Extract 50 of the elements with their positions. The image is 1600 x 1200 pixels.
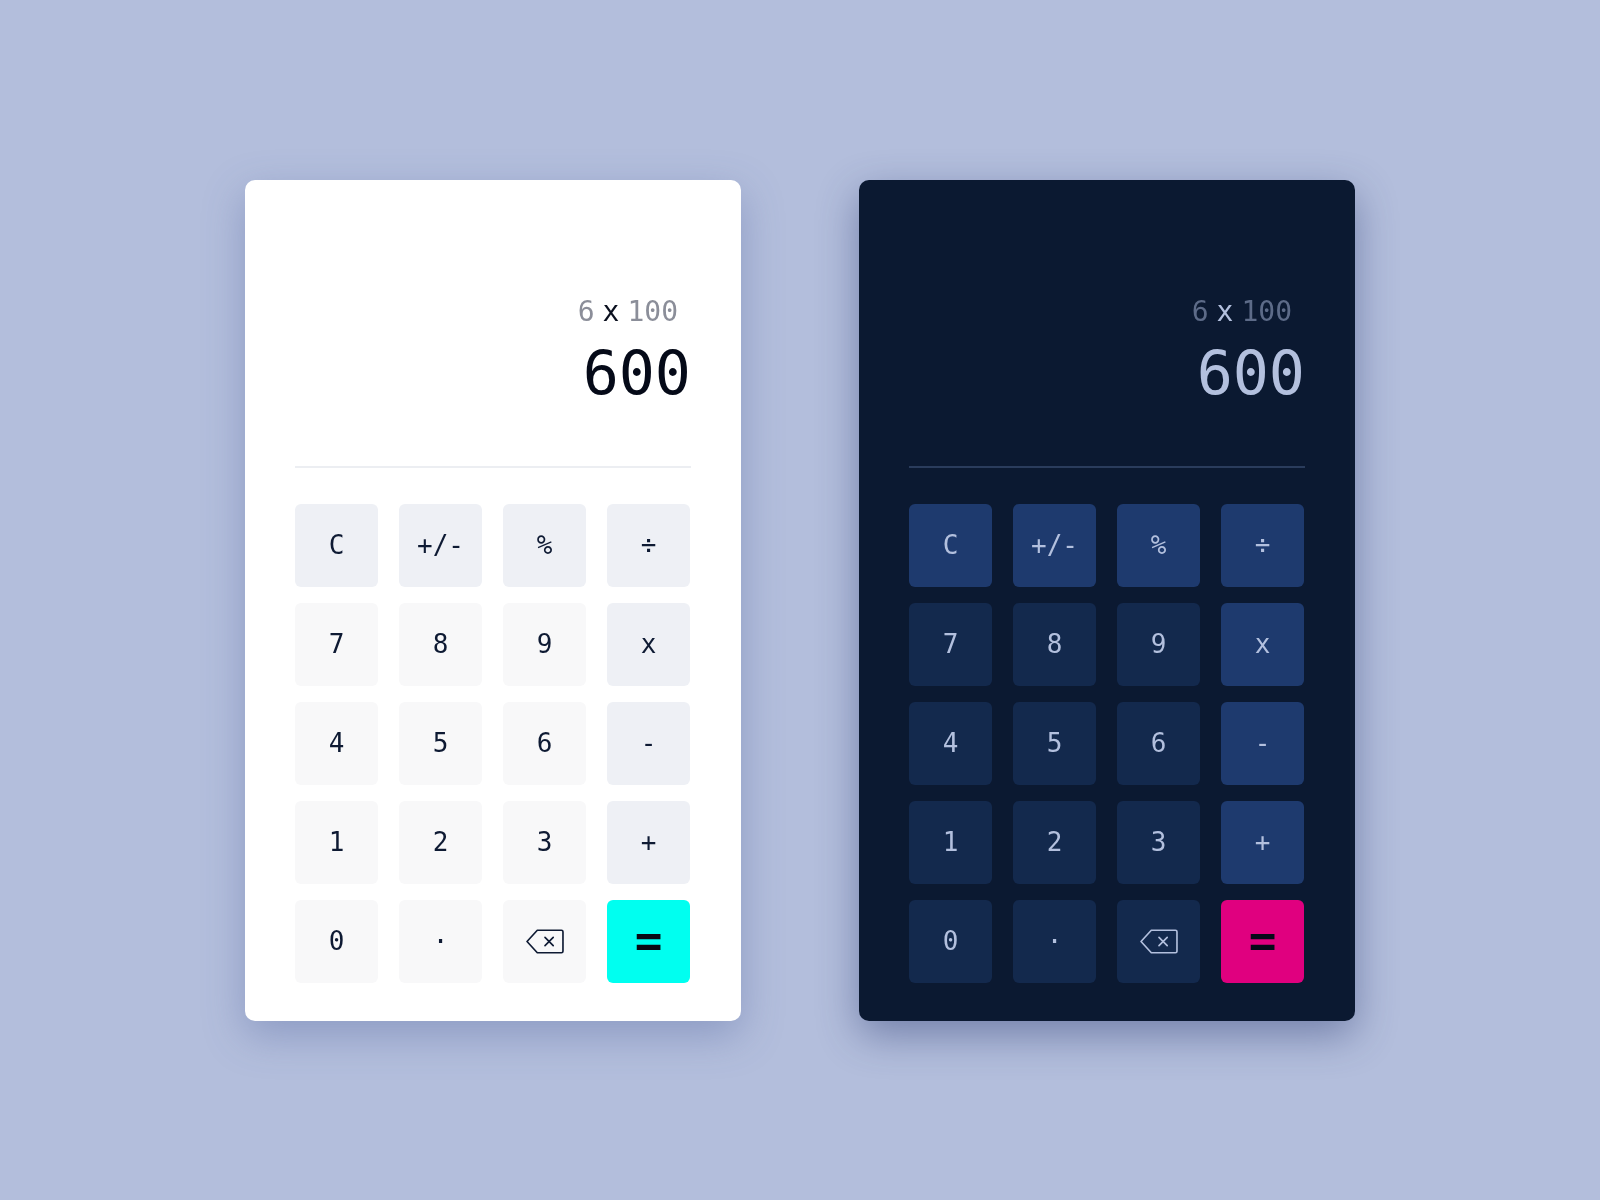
digit-key[interactable]: 5: [399, 701, 482, 785]
operator-key[interactable]: -: [1221, 701, 1304, 785]
digit-key[interactable]: 0: [909, 899, 992, 983]
function-key[interactable]: C: [909, 503, 992, 587]
digit-key[interactable]: 2: [399, 800, 482, 884]
digit-key[interactable]: 0: [295, 899, 378, 983]
operator-key[interactable]: x: [1221, 602, 1304, 686]
equals-key[interactable]: =: [607, 899, 690, 983]
digit-key[interactable]: 5: [1013, 701, 1096, 785]
digit-key[interactable]: 3: [503, 800, 586, 884]
function-key[interactable]: +/-: [1013, 503, 1096, 587]
backspace-key[interactable]: [1117, 899, 1200, 983]
expression-operand: 100: [1241, 296, 1292, 328]
expression-operand: 6: [577, 296, 595, 328]
digit-key[interactable]: 7: [295, 602, 378, 686]
digit-key[interactable]: 4: [909, 701, 992, 785]
digit-key[interactable]: 1: [295, 800, 378, 884]
digit-key[interactable]: 4: [295, 701, 378, 785]
expression-operator: x: [602, 296, 620, 328]
digit-key[interactable]: 8: [1013, 602, 1096, 686]
digit-key[interactable]: 6: [1117, 701, 1200, 785]
digit-key[interactable]: 3: [1117, 800, 1200, 884]
expression-operator: x: [1216, 296, 1234, 328]
expression-operand: 6: [1191, 296, 1209, 328]
function-key[interactable]: +/-: [399, 503, 482, 587]
digit-key[interactable]: 8: [399, 602, 482, 686]
result-text: 600: [582, 339, 691, 406]
backspace-key[interactable]: [503, 899, 586, 983]
digit-key[interactable]: 9: [1117, 602, 1200, 686]
function-key[interactable]: %: [503, 503, 586, 587]
digit-key[interactable]: 7: [909, 602, 992, 686]
function-key[interactable]: C: [295, 503, 378, 587]
digit-key[interactable]: ·: [399, 899, 482, 983]
equals-key[interactable]: =: [1221, 899, 1304, 983]
digit-key[interactable]: 2: [1013, 800, 1096, 884]
digit-key[interactable]: 1: [909, 800, 992, 884]
operator-key[interactable]: -: [607, 701, 690, 785]
operator-key[interactable]: ÷: [1221, 503, 1304, 587]
backspace-icon: [1139, 928, 1178, 954]
digit-key[interactable]: 6: [503, 701, 586, 785]
function-key[interactable]: %: [1117, 503, 1200, 587]
digit-key[interactable]: ·: [1013, 899, 1096, 983]
result-text: 600: [1196, 339, 1305, 406]
backspace-icon: [525, 928, 564, 954]
operator-key[interactable]: +: [607, 800, 690, 884]
digit-key[interactable]: 9: [503, 602, 586, 686]
operator-key[interactable]: +: [1221, 800, 1304, 884]
expression-operand: 100: [627, 296, 678, 328]
operator-key[interactable]: ÷: [607, 503, 690, 587]
operator-key[interactable]: x: [607, 602, 690, 686]
